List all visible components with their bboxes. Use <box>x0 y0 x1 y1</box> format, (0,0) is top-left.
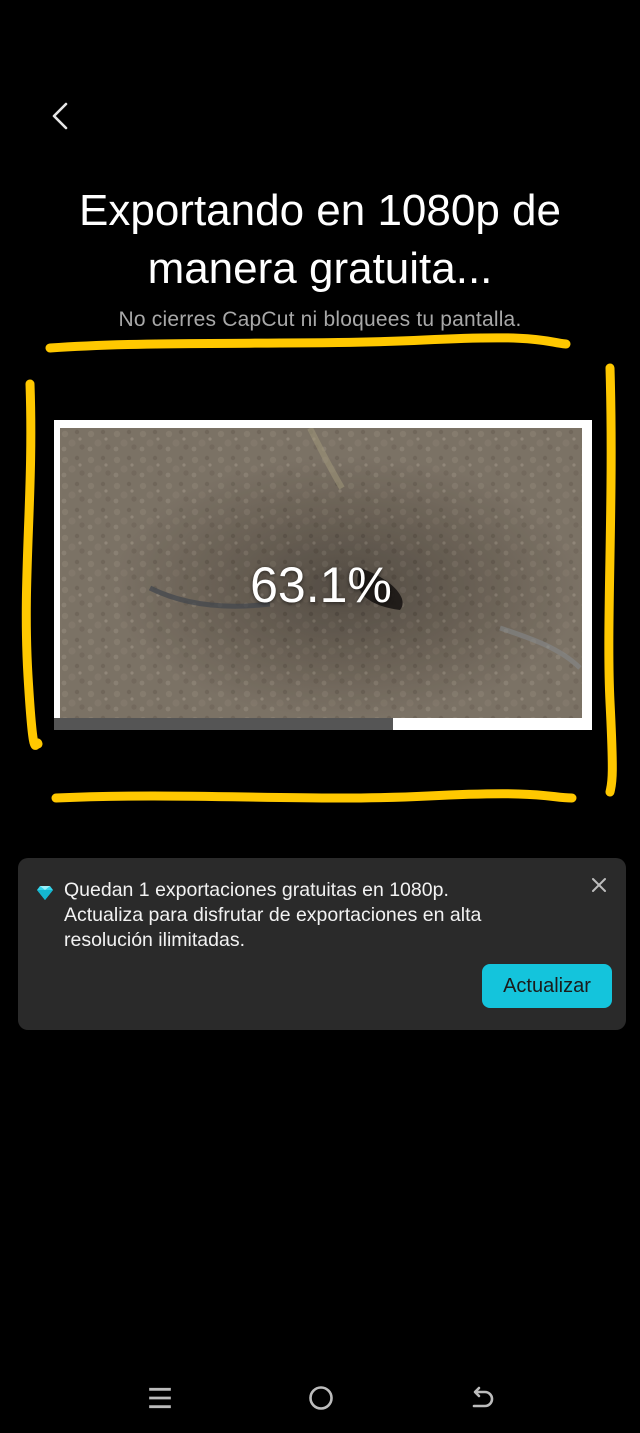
highlight-bracket-left <box>21 379 43 750</box>
home-icon <box>309 1386 333 1410</box>
highlight-underline-subtitle <box>45 333 571 353</box>
banner-line-1: Quedan 1 exportaciones gratuitas en 1080… <box>64 879 449 901</box>
highlight-underline-preview <box>51 789 577 803</box>
progress-percent-label: 63.1% <box>250 557 392 613</box>
highlight-bracket-right <box>604 363 617 797</box>
page-title: Exportando en 1080p de manera gratuita..… <box>20 182 620 298</box>
progress-bar <box>54 718 592 730</box>
close-icon <box>592 878 606 892</box>
title-line-1: Exportando en 1080p de <box>79 186 561 235</box>
system-back-button[interactable] <box>460 1382 504 1414</box>
back-button[interactable] <box>40 96 80 136</box>
banner-line-3: resolución ilimitadas. <box>64 929 245 951</box>
video-thumbnail: 63.1% <box>60 428 582 718</box>
home-button[interactable] <box>299 1382 343 1414</box>
system-navbar <box>0 1362 640 1433</box>
diamond-icon <box>37 886 53 900</box>
chevron-left-icon <box>52 102 68 130</box>
upgrade-banner: Quedan 1 exportaciones gratuitas en 1080… <box>18 858 626 1030</box>
back-arrow-icon <box>472 1386 494 1408</box>
banner-line-2: Actualiza para disfrutar de exportacione… <box>64 904 482 926</box>
upgrade-button[interactable]: Actualizar <box>482 964 612 1008</box>
close-button[interactable] <box>586 872 612 898</box>
subtitle: No cierres CapCut ni bloquees tu pantall… <box>118 308 522 331</box>
progress-bar-remaining <box>54 718 394 730</box>
title-line-2: manera gratuita... <box>147 244 493 293</box>
banner-message: Quedan 1 exportaciones gratuitas en 1080… <box>64 878 574 953</box>
recent-apps-button[interactable] <box>138 1382 182 1414</box>
menu-icon <box>149 1387 171 1409</box>
export-preview: 63.1% <box>54 420 592 730</box>
